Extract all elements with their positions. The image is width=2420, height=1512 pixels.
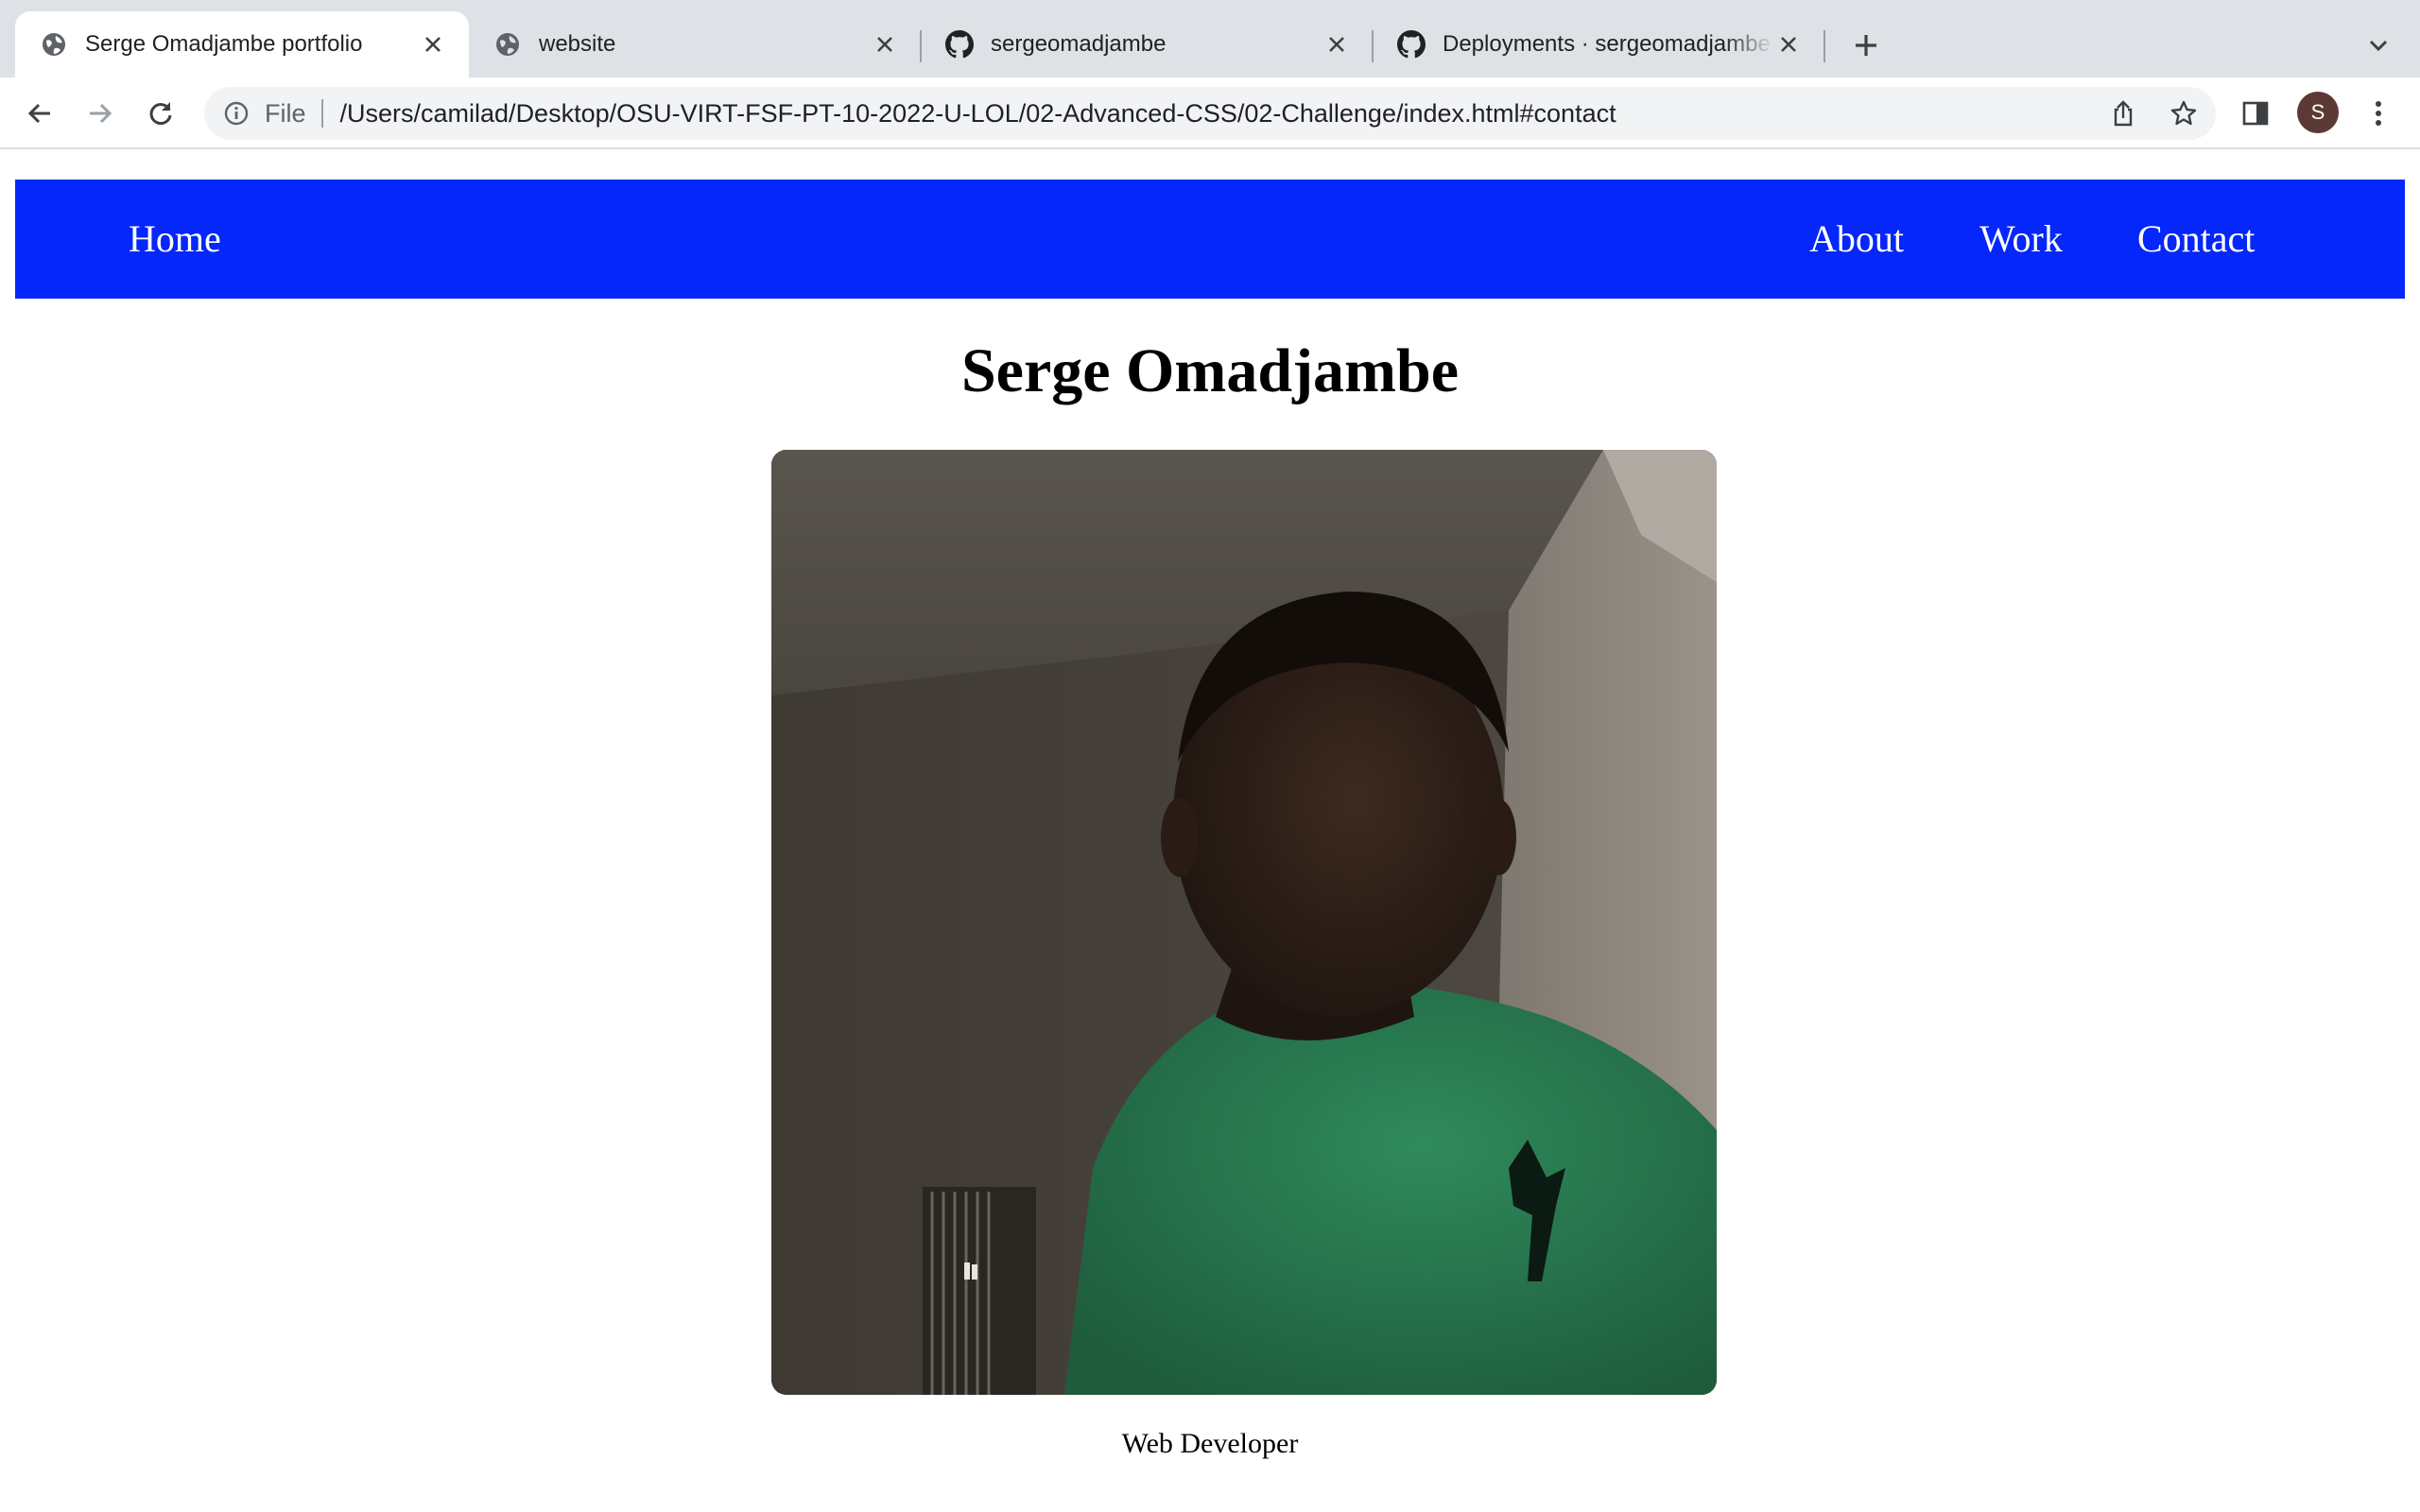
site-navbar: Home About Work Contact	[15, 180, 2405, 299]
browser-chrome: Serge Omadjambe portfolio website sergeo…	[0, 0, 2420, 149]
close-tab-icon[interactable]	[418, 29, 448, 60]
avatar[interactable]: S	[2297, 92, 2339, 133]
tab-separator	[1824, 30, 1825, 62]
tab-title: website	[539, 31, 616, 57]
role-caption: Web Developer	[1121, 1428, 1299, 1459]
close-tab-icon[interactable]	[1773, 29, 1804, 60]
nav-home-link[interactable]: Home	[129, 180, 221, 299]
more-menu-icon[interactable]	[2360, 94, 2397, 132]
close-tab-icon[interactable]	[870, 29, 900, 60]
address-bar[interactable]: File /Users/camilad/Desktop/OSU-VIRT-FSF…	[204, 87, 2216, 140]
page-title: Serge Omadjambe	[960, 336, 1460, 405]
tab-website[interactable]: website	[469, 11, 921, 77]
close-tab-icon[interactable]	[1322, 29, 1352, 60]
tab-strip: Serge Omadjambe portfolio website sergeo…	[0, 0, 2420, 77]
reload-button[interactable]	[142, 94, 180, 132]
tab-portfolio[interactable]: Serge Omadjambe portfolio	[15, 11, 469, 77]
globe-icon	[493, 30, 522, 59]
bookmark-star-icon[interactable]	[2165, 94, 2203, 132]
globe-icon	[40, 30, 68, 59]
back-button[interactable]	[21, 94, 59, 132]
url-text[interactable]: /Users/camilad/Desktop/OSU-VIRT-FSF-PT-1…	[340, 99, 1616, 129]
tab-title: Serge Omadjambe portfolio	[85, 31, 363, 57]
tab-github-profile[interactable]: sergeomadjambe	[921, 11, 1373, 77]
new-tab-button[interactable]	[1847, 26, 1885, 64]
tab-title: Deployments · sergeomadjambe	[1443, 31, 1771, 57]
tab-github-deployments[interactable]: Deployments · sergeomadjambe	[1373, 11, 1824, 77]
nav-work-link[interactable]: Work	[1979, 180, 2063, 299]
forward-button[interactable]	[81, 94, 119, 132]
browser-toolbar: File /Users/camilad/Desktop/OSU-VIRT-FSF…	[0, 77, 2420, 149]
side-panel-icon[interactable]	[2237, 94, 2274, 132]
info-icon[interactable]	[221, 98, 251, 129]
github-icon	[945, 30, 974, 59]
scheme-label: File	[265, 99, 323, 128]
github-icon	[1397, 30, 1426, 59]
profile-photo	[771, 450, 1717, 1395]
tab-title: sergeomadjambe	[991, 31, 1167, 57]
nav-contact-link[interactable]: Contact	[2137, 180, 2255, 299]
page-content: Home About Work Contact Serge Omadjambe	[0, 149, 2420, 1512]
chevron-down-icon[interactable]	[2360, 26, 2397, 64]
nav-about-link[interactable]: About	[1809, 180, 1904, 299]
share-icon[interactable]	[2104, 94, 2142, 132]
